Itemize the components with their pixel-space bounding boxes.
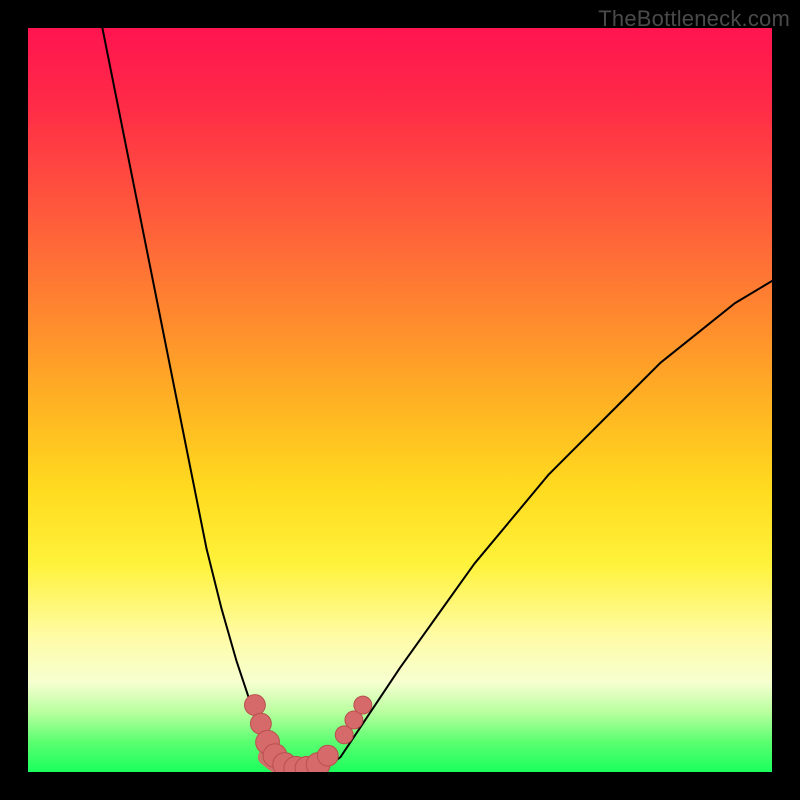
plot-area [28, 28, 772, 772]
chart-frame: TheBottleneck.com [0, 0, 800, 800]
watermark-text: TheBottleneck.com [598, 6, 790, 32]
